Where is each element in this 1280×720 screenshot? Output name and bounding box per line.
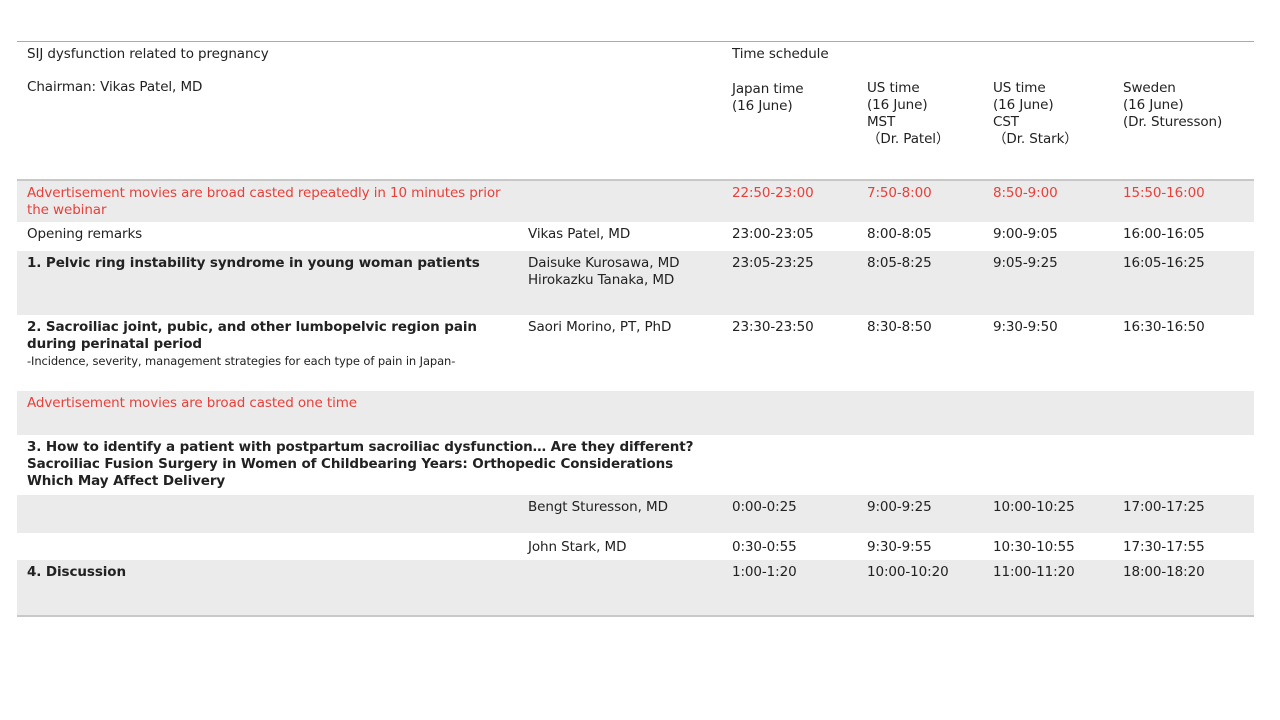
speaker-cell: Bengt Sturesson, MD — [518, 494, 722, 533]
table-row: 2. Sacroiliac joint, pubic, and other lu… — [17, 315, 1254, 391]
program-cell: 3. How to identify a patient with postpa… — [17, 435, 1254, 495]
program-title: Sacroiliac Fusion Surgery in Women of Ch… — [27, 455, 674, 489]
col-mst-line1: US time — [867, 80, 920, 96]
speaker-name: Hirokazku Tanaka, MD — [528, 271, 675, 288]
col-cst-line2: (16 June) — [993, 97, 1054, 113]
header-speaker-cell — [518, 41, 722, 181]
header-japan-cell: Time schedule Japan time (16 June) — [722, 41, 857, 181]
japan-time-cell: 23:05-23:25 — [722, 250, 857, 315]
col-mst-line3: MST — [867, 114, 896, 130]
japan-time-cell: 23:00-23:05 — [732, 225, 814, 242]
cst-time-cell: 9:05-9:25 — [983, 250, 1113, 315]
cst-time-cell: 11:00-11:20 — [983, 559, 1113, 617]
japan-time-cell — [722, 390, 857, 435]
header-row: SIJ dysfunction related to pregnancy Cha… — [17, 41, 1254, 181]
time-schedule-label: Time schedule — [732, 46, 829, 62]
speaker-cell: Saori Morino, PT, PhD — [528, 318, 672, 335]
program-title: 3. How to identify a patient with postpa… — [27, 438, 694, 455]
col-mst-line2: (16 June) — [867, 97, 928, 113]
program-cell — [17, 494, 518, 533]
table-row: 3. How to identify a patient with postpa… — [17, 435, 1254, 495]
col-sweden-line1: Sweden — [1123, 80, 1176, 96]
sweden-time-cell: 18:00-18:20 — [1113, 559, 1254, 617]
table-row: John Stark, MD 0:30-0:55 9:30-9:55 10:30… — [17, 533, 1254, 560]
speaker-cell — [518, 559, 722, 617]
sweden-time-cell: 17:00-17:25 — [1113, 494, 1254, 533]
program-cell: Advertisement movies are broad casted re… — [17, 179, 518, 222]
sweden-time-cell — [1113, 390, 1254, 435]
col-cst-line4: （Dr. Stark） — [993, 131, 1078, 147]
japan-time-cell: 1:00-1:20 — [722, 559, 857, 617]
speaker-cell — [518, 179, 722, 222]
header-sweden-cell: Sweden (16 June) (Dr. Sturesson) — [1113, 41, 1254, 181]
japan-time-cell: 0:30-0:55 — [732, 538, 797, 555]
speaker-cell: Daisuke Kurosawa, MD Hirokazku Tanaka, M… — [518, 250, 722, 315]
mst-time-cell: 8:30-8:50 — [867, 318, 932, 335]
program-title: 2. Sacroiliac joint, pubic, and other lu… — [27, 318, 477, 352]
cst-time-cell: 10:30-10:55 — [993, 538, 1075, 555]
table-row: Advertisement movies are broad casted re… — [17, 179, 1254, 222]
schedule-slide: SIJ dysfunction related to pregnancy Cha… — [0, 0, 1280, 720]
table-row: Advertisement movies are broad casted on… — [17, 390, 1254, 435]
cst-time-cell: 9:30-9:50 — [993, 318, 1058, 335]
mst-time-cell: 10:00-10:20 — [857, 559, 983, 617]
table-row: 1. Pelvic ring instability syndrome in y… — [17, 250, 1254, 315]
japan-time-cell: 0:00-0:25 — [722, 494, 857, 533]
program-cell: 4. Discussion — [17, 559, 518, 617]
col-cst-line3: CST — [993, 114, 1019, 130]
col-sweden-line3: (Dr. Sturesson) — [1123, 114, 1223, 130]
header-title-cell: SIJ dysfunction related to pregnancy Cha… — [17, 41, 518, 181]
sweden-time-cell: 16:00-16:05 — [1123, 225, 1205, 242]
program-cell: 1. Pelvic ring instability syndrome in y… — [17, 250, 518, 315]
mst-time-cell: 8:00-8:05 — [867, 225, 932, 242]
cst-time-cell: 9:00-9:05 — [993, 225, 1058, 242]
program-cell — [17, 533, 518, 560]
header-mst-cell: US time (16 June) MST （Dr. Patel） — [857, 41, 983, 181]
mst-time-cell: 9:30-9:55 — [867, 538, 932, 555]
cst-time-cell — [983, 390, 1113, 435]
col-japan-line2: (16 June) — [732, 98, 793, 114]
col-sweden-line2: (16 June) — [1123, 97, 1184, 113]
program-cell: Opening remarks — [27, 225, 143, 242]
header-cst-cell: US time (16 June) CST （Dr. Stark） — [983, 41, 1113, 181]
program-cell: 2. Sacroiliac joint, pubic, and other lu… — [17, 315, 518, 391]
session-title: SIJ dysfunction related to pregnancy — [27, 46, 269, 62]
japan-time-cell: 23:30-23:50 — [732, 318, 814, 335]
sweden-time-cell: 17:30-17:55 — [1123, 538, 1205, 555]
speaker-cell — [518, 390, 722, 435]
mst-time-cell: 7:50-8:00 — [857, 179, 983, 222]
schedule-table: SIJ dysfunction related to pregnancy Cha… — [17, 41, 1254, 617]
sweden-time-cell: 16:05-16:25 — [1113, 250, 1254, 315]
table-row: 4. Discussion 1:00-1:20 10:00-10:20 11:0… — [17, 559, 1254, 617]
col-mst-line4: （Dr. Patel） — [867, 131, 950, 147]
col-cst-line1: US time — [993, 80, 1046, 96]
speaker-cell: Vikas Patel, MD — [528, 225, 631, 242]
chairman: Chairman: Vikas Patel, MD — [27, 79, 203, 95]
mst-time-cell: 9:00-9:25 — [857, 494, 983, 533]
mst-time-cell — [857, 390, 983, 435]
sweden-time-cell: 15:50-16:00 — [1113, 179, 1254, 222]
mst-time-cell: 8:05-8:25 — [857, 250, 983, 315]
cst-time-cell: 10:00-10:25 — [983, 494, 1113, 533]
table-row: Opening remarks Vikas Patel, MD 23:00-23… — [17, 222, 1254, 251]
program-cell: Advertisement movies are broad casted on… — [17, 390, 518, 435]
cst-time-cell: 8:50-9:00 — [983, 179, 1113, 222]
col-japan-line1: Japan time — [732, 81, 804, 97]
program-note: -Incidence, severity, management strateg… — [27, 353, 456, 368]
sweden-time-cell: 16:30-16:50 — [1123, 318, 1205, 335]
japan-time-cell: 22:50-23:00 — [722, 179, 857, 222]
speaker-cell: John Stark, MD — [528, 538, 627, 555]
table-row: Bengt Sturesson, MD 0:00-0:25 9:00-9:25 … — [17, 494, 1254, 533]
speaker-name: Daisuke Kurosawa, MD — [528, 254, 680, 271]
